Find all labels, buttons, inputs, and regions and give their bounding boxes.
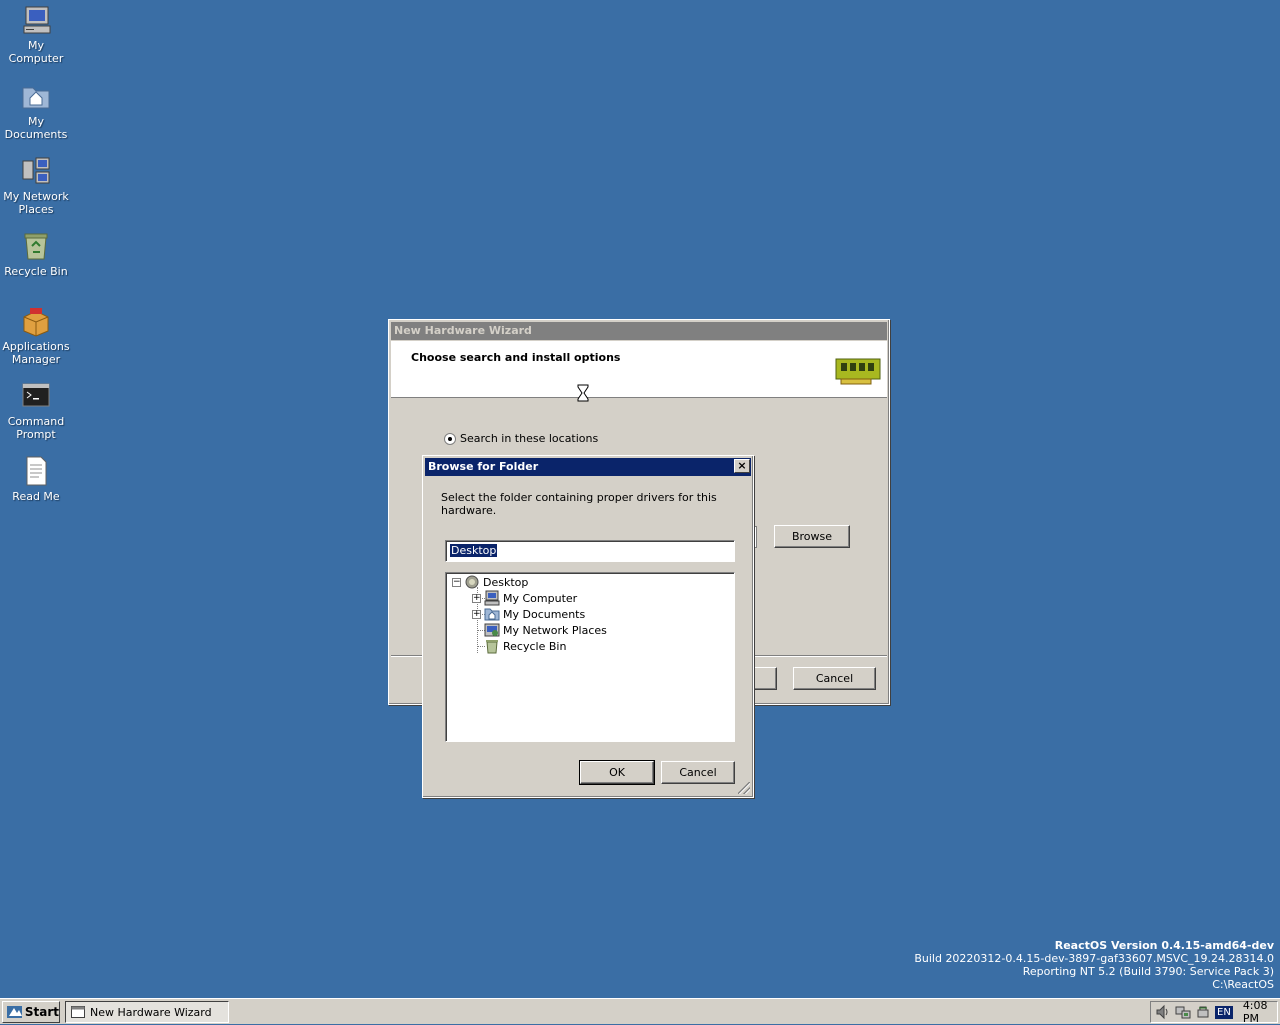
desktop-icon-label: Computer <box>8 52 64 65</box>
start-label: Start <box>24 1005 59 1019</box>
desktop-icon-label: My <box>27 39 44 52</box>
collapse-icon[interactable]: − <box>452 577 461 587</box>
search-locations-option[interactable]: Search in these locations <box>444 432 598 445</box>
expand-icon[interactable]: + <box>472 593 481 603</box>
desktop-icon-label: Manager <box>11 353 61 366</box>
browse-for-folder-dialog[interactable]: Browse for Folder × Select the folder co… <box>422 455 754 798</box>
browse-title-bar[interactable]: Browse for Folder <box>425 458 751 476</box>
taskbar: Start New Hardware Wizard EN 4:08 PM <box>0 998 1280 1025</box>
hardware-card-icon <box>835 357 881 387</box>
reporting-line: Reporting NT 5.2 (Build 3790: Service Pa… <box>1022 965 1274 978</box>
version-info: ReactOS Version 0.4.15-amd64-dev Build 2… <box>914 939 1274 991</box>
resize-grip-icon[interactable] <box>738 782 750 794</box>
path-line: C:\ReactOS <box>1212 978 1274 991</box>
terminal-icon <box>20 380 52 412</box>
tree-item-label: Recycle Bin <box>503 639 567 653</box>
desktop-icon-label: My <box>27 115 44 128</box>
search-locations-label: Search in these locations <box>460 432 599 445</box>
tree-item-my-network-places[interactable]: My Network Places <box>484 622 607 638</box>
desktop-icon-label: Documents <box>4 128 68 141</box>
computer-icon <box>20 4 52 36</box>
tree-item-label: Desktop <box>483 575 529 589</box>
documents-folder-icon <box>20 80 52 112</box>
desktop-icon-applications-manager[interactable]: Applications Manager <box>2 305 70 366</box>
ok-button[interactable]: OK <box>579 760 655 785</box>
network-icon <box>20 155 52 187</box>
taskbar-item-new-hardware-wizard[interactable]: New Hardware Wizard <box>65 1001 229 1023</box>
reactos-logo-icon <box>7 1006 22 1018</box>
hourglass-cursor-icon <box>577 384 589 402</box>
package-icon <box>20 305 52 337</box>
folder-name-field[interactable]: Desktop <box>445 540 735 562</box>
wizard-title-bar[interactable]: New Hardware Wizard <box>391 322 887 340</box>
documents-folder-icon <box>484 606 500 622</box>
desktop-icon-command-prompt[interactable]: Command Prompt <box>2 380 70 441</box>
folder-tree-view[interactable]: − Desktop + My Computer + My Documents M… <box>445 572 735 742</box>
desktop-icon-my-documents[interactable]: My Documents <box>2 80 70 141</box>
desktop-icon-label: Applications <box>2 340 70 353</box>
network-status-icon[interactable] <box>1175 1004 1191 1020</box>
tree-item-label: My Computer <box>503 591 578 605</box>
tree-item-my-documents[interactable]: + My Documents <box>472 606 585 622</box>
close-icon[interactable]: × <box>734 459 750 473</box>
desktop-icon-read-me[interactable]: Read Me <box>2 455 70 503</box>
wizard-browse-button[interactable]: Browse <box>774 525 850 548</box>
build-line: Build 20220312-0.4.15-dev-3897-gaf33607.… <box>914 952 1274 965</box>
desktop-icon-my-computer[interactable]: My Computer <box>2 4 70 65</box>
expand-icon[interactable]: + <box>472 609 481 619</box>
wizard-next-button-edge[interactable] <box>753 667 777 690</box>
tree-item-label: My Network Places <box>503 623 607 637</box>
tree-item-label: My Documents <box>503 607 586 621</box>
browse-title: Browse for Folder <box>428 460 539 473</box>
tree-item-my-computer[interactable]: + My Computer <box>472 590 577 606</box>
wizard-cancel-button[interactable]: Cancel <box>793 667 876 690</box>
computer-icon <box>484 590 500 606</box>
recycle-bin-icon <box>20 230 52 262</box>
version-line: ReactOS Version 0.4.15-amd64-dev <box>1054 939 1274 952</box>
desktop-icon-recycle-bin[interactable]: Recycle Bin <box>2 230 70 278</box>
desktop-icon <box>464 574 480 590</box>
browse-description: Select the folder containing proper driv… <box>441 491 717 517</box>
desktop-icon-my-network-places[interactable]: My Network Places <box>2 155 70 216</box>
volume-icon[interactable] <box>1155 1004 1171 1020</box>
clock[interactable]: 4:08 PM <box>1243 999 1277 1025</box>
folder-name-value: Desktop <box>450 544 498 557</box>
wizard-heading: Choose search and install options <box>411 351 621 364</box>
browse-cancel-button[interactable]: Cancel <box>661 761 735 784</box>
desktop-icon-label: Recycle Bin <box>4 265 68 278</box>
wizard-header: Choose search and install options <box>391 341 887 402</box>
desktop-icon-label: My Network <box>3 190 69 203</box>
desktop-icon-label: Places <box>18 203 54 216</box>
window-icon <box>71 1006 85 1018</box>
system-tray: EN 4:08 PM <box>1150 999 1278 1025</box>
start-button[interactable]: Start <box>2 1001 60 1023</box>
tree-item-recycle-bin[interactable]: Recycle Bin <box>484 638 566 654</box>
desktop-icon-label: Command <box>7 415 65 428</box>
search-locations-radio[interactable] <box>444 432 456 445</box>
recycle-bin-icon <box>484 638 500 654</box>
document-icon <box>20 455 52 487</box>
language-indicator[interactable]: EN <box>1215 1005 1233 1019</box>
network-icon <box>484 622 500 638</box>
tree-item-desktop[interactable]: − Desktop <box>452 574 528 590</box>
desktop-icon-label: Prompt <box>16 428 56 441</box>
desktop-icon-label: Read Me <box>12 490 60 503</box>
taskbar-item-label: New Hardware Wizard <box>90 1005 212 1019</box>
safely-remove-hardware-icon[interactable] <box>1195 1004 1211 1020</box>
